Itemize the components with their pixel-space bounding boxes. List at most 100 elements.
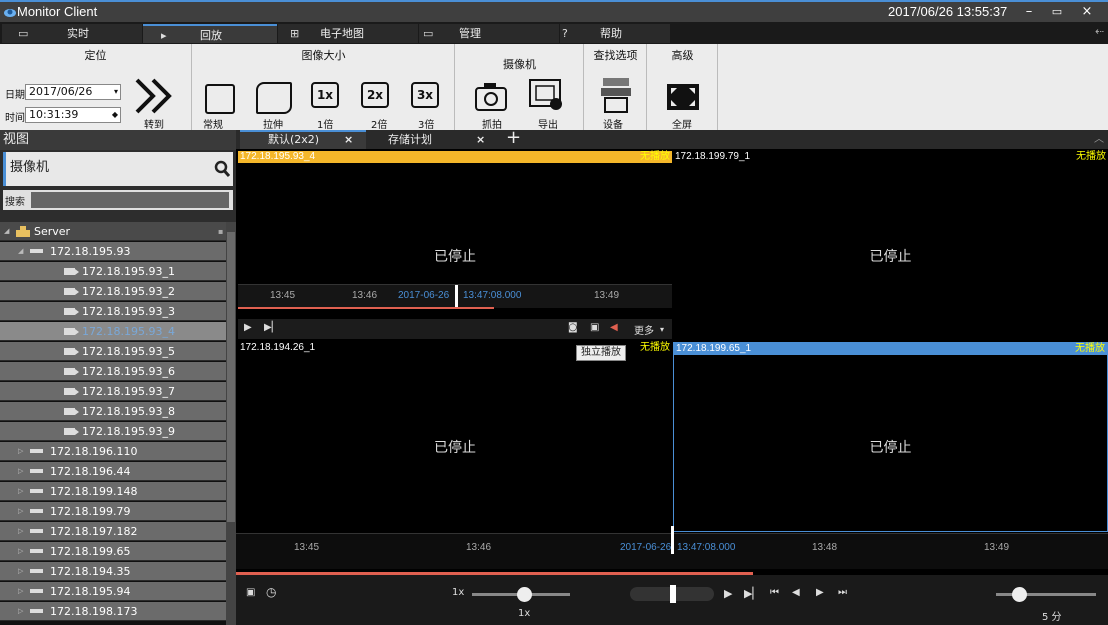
tree-node-device[interactable]: ▷ 172.18.197.182 [0, 522, 226, 541]
tree-node-label: 172.18.195.93_5 [82, 345, 175, 358]
tab-live[interactable]: ▭ 实时 [2, 24, 142, 43]
tree-node-camera[interactable]: 172.18.195.93_3 [0, 302, 226, 321]
app-logo-icon [4, 9, 16, 17]
speed-slider[interactable] [472, 587, 570, 602]
mini-timeline-cursor[interactable] [455, 285, 458, 307]
close-tab-icon[interactable]: × [344, 130, 353, 149]
collapsed-icon: ▷ [18, 467, 24, 475]
step-forward-icon[interactable]: ▶▏ [264, 322, 279, 333]
time-label: 时间 [5, 113, 25, 124]
pane-mini-timeline[interactable]: 13:45 13:46 2017-06-26 13:47:08.000 13:4… [238, 284, 672, 309]
zoom-slider[interactable] [996, 587, 1096, 602]
tree-node-camera[interactable]: 172.18.195.93_6 [0, 362, 226, 381]
date-picker[interactable]: 2017/06/26 ▾ [25, 84, 121, 100]
tree-node-device[interactable]: ▷ 172.18.198.173 [0, 602, 226, 621]
skip-end-icon[interactable]: ⏭ [838, 587, 847, 598]
jog-shuttle[interactable] [630, 585, 714, 603]
minimize-button[interactable]: – [1018, 3, 1040, 21]
spinner-icon: ◆ [111, 110, 118, 119]
tree-node-device[interactable]: ▷ 172.18.196.110 [0, 442, 226, 461]
zoom-1x-icon[interactable]: 1x [311, 82, 339, 108]
tree-scroll-up-icon[interactable]: ▪ [218, 222, 223, 241]
goto-arrow-icon[interactable] [133, 76, 177, 116]
tree-node-camera[interactable]: 172.18.195.93_9 [0, 422, 226, 441]
time-spinner[interactable]: 10:31:39 ◆ [25, 107, 121, 123]
device-icon[interactable] [597, 76, 635, 114]
dropdown-icon[interactable]: ▾ [660, 325, 664, 334]
step-forward-icon[interactable]: ▶▏ [744, 587, 761, 600]
video-pane-3[interactable]: 172.18.194.26_1 无播放 已停止 [238, 342, 672, 532]
stretch-icon[interactable] [256, 82, 292, 114]
date-label: 日期 [5, 90, 25, 101]
close-button[interactable]: × [1076, 3, 1098, 21]
view-tab-default[interactable]: 默认(2x2) × [240, 130, 366, 149]
tab-playback[interactable]: ▸ 回放 [143, 24, 277, 43]
clock-icon[interactable]: ◷ [266, 585, 276, 599]
maximize-button[interactable]: ▭ [1046, 3, 1068, 21]
zoom-3x-icon[interactable]: 3x [411, 82, 439, 108]
tree-node-device[interactable]: ▷ 172.18.194.35 [0, 562, 226, 581]
pane-stopped-text: 已停止 [869, 249, 912, 265]
tab-emap[interactable]: ⊞ 电子地图 [278, 24, 418, 43]
scrollbar-thumb[interactable] [227, 232, 235, 522]
group-find: 查找选项 设备 [585, 44, 647, 131]
group-camera-title: 摄像机 [503, 58, 536, 71]
tree-node-device[interactable]: ▷ 172.18.199.148 [0, 482, 226, 501]
timeline-cursor[interactable] [671, 526, 674, 554]
snapshot-camera-icon[interactable] [474, 80, 508, 112]
fullscreen-icon[interactable] [665, 82, 701, 112]
ribbon-toolbar: 定位 日期 2017/06/26 ▾ 时间 10:31:39 ◆ 转到 图像大小 常… [0, 44, 1108, 131]
tree-node-device[interactable]: ▷ 172.18.199.79 [0, 502, 226, 521]
mute-icon[interactable]: ◀ [610, 322, 618, 333]
next-frame-icon[interactable]: ▶ [816, 587, 824, 598]
tree-node-camera[interactable]: 172.18.195.93_7 [0, 382, 226, 401]
video-pane-4[interactable]: 172.18.199.65_1 无播放 已停止 [673, 342, 1108, 532]
tree-node-device[interactable]: ◢ 172.18.195.93 [0, 242, 226, 261]
date-value: 2017/06/26 [29, 85, 93, 98]
close-tab-icon[interactable]: × [476, 130, 485, 149]
tree-node-device[interactable]: ▷ 172.18.199.65 [0, 542, 226, 561]
more-button[interactable]: 更多 [634, 322, 654, 337]
search-icon[interactable] [214, 160, 230, 178]
speed-slider-thumb[interactable] [517, 587, 532, 602]
sidebar: 视图 摄像机 搜索 ◢ Server ▪ ◢ 172.18.195.93 172… [0, 130, 236, 625]
video-camera-icon[interactable]: ◙ [568, 322, 578, 333]
play-icon[interactable]: ▶ [244, 322, 252, 333]
tree-scrollbar[interactable] [226, 222, 236, 625]
skip-start-icon[interactable]: ⏮ [770, 587, 779, 598]
tree-node-device[interactable]: ▷ 172.18.196.44 [0, 462, 226, 481]
search-input[interactable] [31, 192, 229, 208]
tree-node-camera[interactable]: 172.18.195.93_1 [0, 262, 226, 281]
layout-icon[interactable]: ▣ [246, 587, 255, 598]
prev-frame-icon[interactable]: ◀ [792, 587, 800, 598]
view-tab-bar: 默认(2x2) × 存储计划 × + ︿ [236, 127, 1108, 149]
video-pane-1[interactable]: 172.18.195.93_4 无播放 已停止 13:45 13:46 2017… [238, 151, 672, 341]
logout-icon[interactable]: ⇠ [1095, 25, 1104, 38]
goto-button[interactable]: 转到 [144, 116, 164, 131]
play-icon[interactable]: ▶ [724, 587, 732, 600]
tree-node-camera[interactable]: 172.18.195.93_8 [0, 402, 226, 421]
camera-icon [64, 388, 79, 395]
screen-icon[interactable]: ▣ [590, 322, 599, 333]
device-icon [30, 509, 43, 513]
zoom-2x-icon[interactable]: 2x [361, 82, 389, 108]
tree-node-camera-selected[interactable]: 172.18.195.93_4 [0, 322, 226, 341]
main-timeline[interactable]: 13:45 13:46 2017-06-26 13:47:08.000 13:4… [236, 526, 1108, 575]
tree-node-device[interactable]: ▷ 172.18.195.94 [0, 582, 226, 601]
tree-node-camera[interactable]: 172.18.195.93_5 [0, 342, 226, 361]
normal-size-icon[interactable] [205, 84, 235, 114]
tab-help[interactable]: ? 帮助 [560, 24, 670, 43]
tree-node-camera[interactable]: 172.18.195.93_2 [0, 282, 226, 301]
view-tab-storage[interactable]: 存储计划 × [368, 130, 498, 149]
zoom-1x-label: 1倍 [317, 120, 334, 131]
collapse-ribbon-icon[interactable]: ︿ [1094, 130, 1104, 145]
server-icon [16, 226, 30, 237]
tab-manage[interactable]: ▭ 管理 [419, 24, 559, 43]
jog-shuttle-thumb[interactable] [670, 585, 676, 603]
add-tab-icon[interactable]: + [506, 127, 521, 148]
tree-node-server[interactable]: ◢ Server ▪ [0, 222, 226, 241]
zoom-slider-thumb[interactable] [1012, 587, 1027, 602]
video-pane-2[interactable]: 172.18.199.79_1 无播放 已停止 [673, 151, 1108, 341]
camera-title: 摄像机 [10, 160, 50, 175]
export-video-icon[interactable] [528, 78, 564, 112]
